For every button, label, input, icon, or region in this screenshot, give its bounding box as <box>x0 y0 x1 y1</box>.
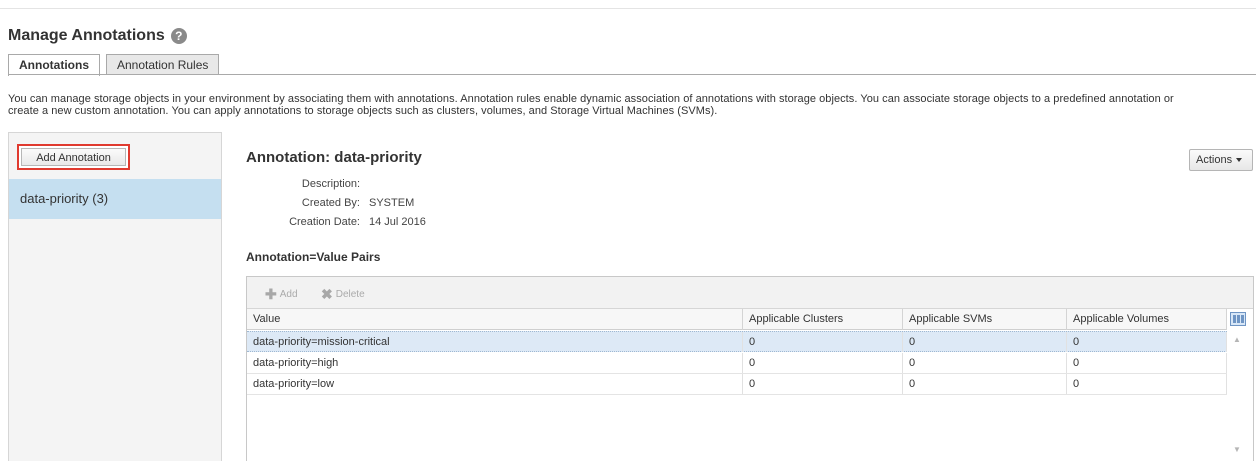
table-row[interactable]: data-priority=low 0 0 0 <box>247 374 1227 395</box>
created-by-label: Created By: <box>301 197 360 209</box>
column-header-volumes[interactable]: Applicable Volumes <box>1067 309 1227 330</box>
value-cell: data-priority=high <box>247 353 743 373</box>
created-by-value: SYSTEM <box>369 197 415 209</box>
value-pairs-grid: ✚ Add ✖ Delete Value Applicable Clusters… <box>246 276 1254 461</box>
created-by-row: Created By: SYSTEM <box>246 197 506 211</box>
delete-pair-label: Delete <box>335 289 365 300</box>
value-cell: data-priority=mission-critical <box>247 332 743 352</box>
creation-date-label: Creation Date: <box>289 216 360 228</box>
tabs-divider <box>8 74 1256 75</box>
creation-date-row: Creation Date: 14 Jul 2016 <box>246 216 506 230</box>
svms-cell: 0 <box>903 374 1067 394</box>
scroll-down-icon[interactable]: ▼ <box>1233 445 1241 454</box>
add-annotation-highlight: Add Annotation <box>17 144 130 170</box>
grid-header: Value Applicable Clusters Applicable SVM… <box>247 309 1227 330</box>
column-chooser-icon[interactable] <box>1230 312 1246 326</box>
tab-annotation-rules[interactable]: Annotation Rules <box>106 54 220 75</box>
add-pair-label: Add <box>279 289 298 300</box>
svms-cell: 0 <box>903 332 1067 352</box>
annotation-list-panel: Add Annotation data-priority (3) <box>8 132 222 461</box>
creation-date-value: 14 Jul 2016 <box>369 216 426 228</box>
question-circle-icon[interactable]: ? <box>170 28 187 44</box>
volumes-cell: 0 <box>1067 353 1227 373</box>
grid-toolbar: ✚ Add ✖ Delete <box>247 277 1253 309</box>
add-annotation-button[interactable]: Add Annotation <box>21 148 126 166</box>
clusters-cell: 0 <box>743 332 903 352</box>
tab-bar: Annotations Annotation Rules <box>8 54 225 76</box>
plus-icon: ✚ <box>265 286 277 302</box>
clusters-cell: 0 <box>743 374 903 394</box>
scroll-up-icon[interactable]: ▲ <box>1233 335 1241 344</box>
tab-annotations[interactable]: Annotations <box>8 54 100 76</box>
column-header-value[interactable]: Value <box>247 309 743 330</box>
actions-button[interactable]: Actions <box>1189 149 1253 171</box>
clusters-cell: 0 <box>743 353 903 373</box>
caret-down-icon <box>1236 158 1243 163</box>
column-header-svms[interactable]: Applicable SVMs <box>903 309 1067 330</box>
volumes-cell: 0 <box>1067 332 1227 352</box>
description-row: Description: <box>246 178 506 192</box>
intro-text: You can manage storage objects in your e… <box>8 93 1254 117</box>
page-title-text: Manage Annotations <box>8 27 165 44</box>
add-pair-button[interactable]: ✚ Add <box>265 286 298 303</box>
value-pairs-title: Annotation=Value Pairs <box>246 250 381 264</box>
table-row[interactable]: data-priority=high 0 0 0 <box>247 353 1227 374</box>
intro-line-1: You can manage storage objects in your e… <box>8 93 1174 105</box>
value-cell: data-priority=low <box>247 374 743 394</box>
x-icon: ✖ <box>321 286 333 302</box>
svms-cell: 0 <box>903 353 1067 373</box>
annotation-title: Annotation: data-priority <box>246 149 422 166</box>
page-title: Manage Annotations ? <box>8 27 187 45</box>
volumes-cell: 0 <box>1067 374 1227 394</box>
intro-line-2: create a new custom annotation. You can … <box>8 105 718 117</box>
actions-label: Actions <box>1196 154 1233 166</box>
delete-pair-button[interactable]: ✖ Delete <box>321 286 365 303</box>
description-label: Description: <box>301 178 360 190</box>
table-row[interactable]: data-priority=mission-critical 0 0 0 <box>247 331 1227 352</box>
top-divider <box>0 8 1256 9</box>
column-header-clusters[interactable]: Applicable Clusters <box>743 309 903 330</box>
annotation-list-item[interactable]: data-priority (3) <box>9 179 221 219</box>
